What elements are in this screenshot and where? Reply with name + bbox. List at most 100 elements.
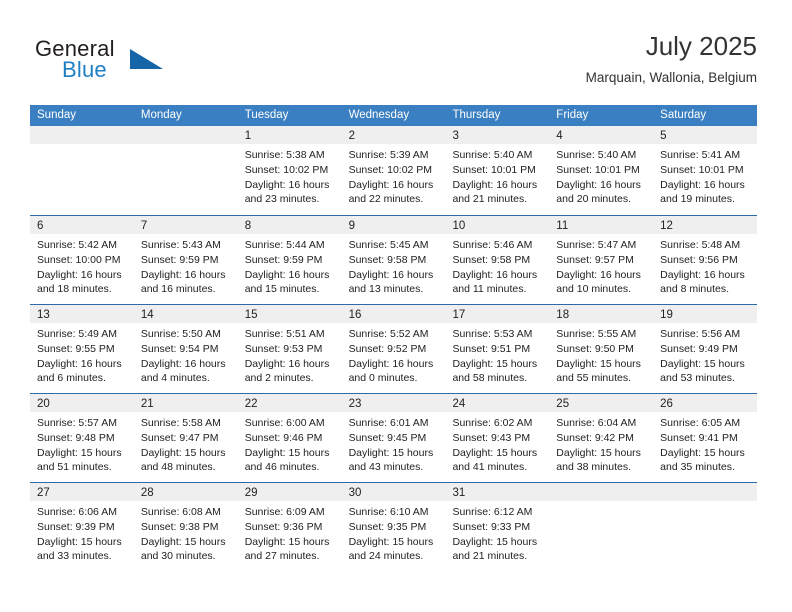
day-cell[interactable]: 19 Sunrise: 5:56 AM Sunset: 9:49 PM Dayligh… xyxy=(653,305,758,393)
day-detail-line: Sunset: 9:53 PM xyxy=(244,342,323,355)
page-header: General Blue July 2025 Marquain, Walloni… xyxy=(35,30,757,94)
calendar-week-row: 6 Sunrise: 5:42 AM Sunset: 10:00 PM Dayligh… xyxy=(30,215,758,304)
day-detail-line: Sunrise: 5:41 AM xyxy=(660,149,741,161)
day-detail-line: Daylight: 15 hours xyxy=(452,535,538,548)
day-detail-line: and 16 minutes. xyxy=(140,283,216,296)
day-cell[interactable]: 25 Sunrise: 6:04 AM Sunset: 9:42 PM Dayligh… xyxy=(549,394,654,482)
day-detail-line: Daylight: 15 hours xyxy=(140,446,226,459)
day-cell[interactable]: 10 Sunrise: 5:46 AM Sunset: 9:58 PM Dayligh… xyxy=(445,216,550,304)
weekday-header-saturday: Saturday xyxy=(660,109,707,121)
day-cell[interactable]: 20 Sunrise: 5:57 AM Sunset: 9:48 PM Dayligh… xyxy=(30,394,134,482)
day-details: Sunrise: 5:47 AM Sunset: 9:57 PM Daylight:… xyxy=(549,234,653,297)
day-details: Sunrise: 5:49 AM Sunset: 9:55 PM Daylight:… xyxy=(30,323,134,386)
day-detail-line: Sunset: 10:02 PM xyxy=(348,163,433,176)
day-number-band: 23 xyxy=(341,394,446,412)
day-details: Sunrise: 5:40 AM Sunset: 10:01 PM Daylight… xyxy=(549,144,653,207)
day-cell[interactable]: 1 Sunrise: 5:38 AM Sunset: 10:02 PM Dayligh… xyxy=(237,126,342,215)
day-number-band: 16 xyxy=(341,305,446,323)
day-detail-line: and 0 minutes. xyxy=(348,372,418,385)
day-cell[interactable]: 3 Sunrise: 5:40 AM Sunset: 10:01 PM Dayligh… xyxy=(445,126,550,215)
day-cell[interactable]: 26 Sunrise: 6:05 AM Sunset: 9:41 PM Dayligh… xyxy=(653,394,758,482)
day-cell[interactable]: 28 Sunrise: 6:08 AM Sunset: 9:38 PM Dayligh… xyxy=(133,483,238,571)
day-detail-line: Sunset: 9:47 PM xyxy=(140,431,219,444)
day-detail-line: and 15 minutes. xyxy=(244,283,320,296)
brand-name-blue: Blue xyxy=(62,57,107,82)
day-number-band: 20 xyxy=(30,394,134,412)
day-details: Sunrise: 5:56 AM Sunset: 9:49 PM Daylight:… xyxy=(653,323,757,386)
day-detail-line: Sunset: 9:36 PM xyxy=(244,520,323,533)
day-detail-line: and 18 minutes. xyxy=(37,283,112,296)
day-cell[interactable]: 29 Sunrise: 6:09 AM Sunset: 9:36 PM Dayligh… xyxy=(237,483,342,571)
day-cell[interactable]: 22 Sunrise: 6:00 AM Sunset: 9:46 PM Dayligh… xyxy=(237,394,342,482)
day-cell[interactable]: 16 Sunrise: 5:52 AM Sunset: 9:52 PM Dayligh… xyxy=(341,305,446,393)
day-cell[interactable]: 14 Sunrise: 5:50 AM Sunset: 9:54 PM Dayligh… xyxy=(133,305,238,393)
day-cell[interactable]: 23 Sunrise: 6:01 AM Sunset: 9:45 PM Dayligh… xyxy=(341,394,446,482)
day-detail-line: and 30 minutes. xyxy=(140,550,216,563)
day-number-band: 7 xyxy=(133,216,238,234)
day-details: Sunrise: 5:57 AM Sunset: 9:48 PM Daylight:… xyxy=(30,412,134,475)
day-cell-empty xyxy=(133,126,238,215)
day-detail-line: and 11 minutes. xyxy=(452,283,527,296)
day-detail-line: Sunrise: 6:01 AM xyxy=(348,417,429,429)
day-cell[interactable]: 27 Sunrise: 6:06 AM Sunset: 9:39 PM Dayligh… xyxy=(30,483,134,571)
day-cell[interactable]: 6 Sunrise: 5:42 AM Sunset: 10:00 PM Dayligh… xyxy=(30,216,134,304)
day-number: 21 xyxy=(140,398,154,410)
day-cell[interactable]: 13 Sunrise: 5:49 AM Sunset: 9:55 PM Dayligh… xyxy=(30,305,134,393)
day-details: Sunrise: 5:53 AM Sunset: 9:51 PM Daylight:… xyxy=(445,323,549,386)
day-detail-line: and 10 minutes. xyxy=(556,283,632,296)
day-cell[interactable]: 11 Sunrise: 5:47 AM Sunset: 9:57 PM Dayligh… xyxy=(549,216,654,304)
day-detail-line: Sunset: 9:45 PM xyxy=(348,431,427,444)
day-cell[interactable]: 8 Sunrise: 5:44 AM Sunset: 9:59 PM Daylight… xyxy=(237,216,342,304)
day-cell[interactable]: 15 Sunrise: 5:51 AM Sunset: 9:53 PM Dayligh… xyxy=(237,305,342,393)
day-number-band: 17 xyxy=(445,305,550,323)
brand-logo[interactable]: General Blue xyxy=(35,36,215,92)
day-cell[interactable]: 24 Sunrise: 6:02 AM Sunset: 9:43 PM Dayligh… xyxy=(445,394,550,482)
day-details: Sunrise: 5:42 AM Sunset: 10:00 PM Daylight… xyxy=(30,234,134,297)
day-cell[interactable]: 5 Sunrise: 5:41 AM Sunset: 10:01 PM Dayligh… xyxy=(653,126,758,215)
day-cell[interactable]: 2 Sunrise: 5:39 AM Sunset: 10:02 PM Dayligh… xyxy=(341,126,446,215)
day-detail-line: Sunrise: 6:10 AM xyxy=(348,506,429,518)
day-detail-line: Sunrise: 5:43 AM xyxy=(140,239,221,251)
day-number: 7 xyxy=(140,220,148,232)
day-detail-line: and 2 minutes. xyxy=(244,372,314,385)
day-detail-line: and 41 minutes. xyxy=(452,461,528,474)
calendar-week-row: 20 Sunrise: 5:57 AM Sunset: 9:48 PM Dayligh… xyxy=(30,393,758,482)
day-cell[interactable]: 12 Sunrise: 5:48 AM Sunset: 9:56 PM Dayligh… xyxy=(653,216,758,304)
day-number: 22 xyxy=(244,398,258,410)
day-detail-line: and 13 minutes. xyxy=(348,283,424,296)
day-details: Sunrise: 6:09 AM Sunset: 9:36 PM Daylight:… xyxy=(238,501,342,564)
day-detail-line: and 58 minutes. xyxy=(452,372,528,385)
day-detail-line: Sunset: 9:46 PM xyxy=(244,431,323,444)
day-details: Sunrise: 6:01 AM Sunset: 9:45 PM Daylight:… xyxy=(342,412,446,475)
day-number-band xyxy=(653,483,758,501)
day-detail-line: Daylight: 15 hours xyxy=(244,535,330,548)
day-detail-line: Sunrise: 5:42 AM xyxy=(37,239,117,251)
day-number-band: 13 xyxy=(30,305,134,323)
day-number-band: 10 xyxy=(445,216,550,234)
day-number: 29 xyxy=(244,487,258,499)
day-cell[interactable]: 9 Sunrise: 5:45 AM Sunset: 9:58 PM Daylight… xyxy=(341,216,446,304)
day-cell[interactable]: 17 Sunrise: 5:53 AM Sunset: 9:51 PM Dayligh… xyxy=(445,305,550,393)
day-detail-line: and 19 minutes. xyxy=(660,193,735,206)
day-cell[interactable]: 21 Sunrise: 5:58 AM Sunset: 9:47 PM Dayligh… xyxy=(133,394,238,482)
day-detail-line: Daylight: 16 hours xyxy=(556,178,641,191)
day-detail-line: Sunrise: 5:47 AM xyxy=(556,239,637,251)
day-detail-line: Daylight: 16 hours xyxy=(348,357,434,370)
day-detail-line: and 51 minutes. xyxy=(37,461,112,474)
day-cell[interactable]: 7 Sunrise: 5:43 AM Sunset: 9:59 PM Daylight… xyxy=(133,216,238,304)
day-detail-line: Sunset: 9:51 PM xyxy=(452,342,531,355)
day-details: Sunrise: 6:10 AM Sunset: 9:35 PM Daylight:… xyxy=(342,501,446,564)
day-detail-line: Daylight: 16 hours xyxy=(37,268,122,281)
day-cell[interactable]: 31 Sunrise: 6:12 AM Sunset: 9:33 PM Dayligh… xyxy=(445,483,550,571)
day-number: 13 xyxy=(37,309,50,321)
day-cell[interactable]: 4 Sunrise: 5:40 AM Sunset: 10:01 PM Dayligh… xyxy=(549,126,654,215)
weekday-header-thursday: Thursday xyxy=(452,109,501,121)
day-number-band xyxy=(30,126,134,144)
day-cell[interactable]: 30 Sunrise: 6:10 AM Sunset: 9:35 PM Dayligh… xyxy=(341,483,446,571)
day-detail-line: Sunset: 9:50 PM xyxy=(556,342,634,355)
day-detail-line: and 48 minutes. xyxy=(140,461,216,474)
day-detail-line: and 24 minutes. xyxy=(348,550,424,563)
day-detail-line: Daylight: 15 hours xyxy=(556,357,641,370)
day-cell[interactable]: 18 Sunrise: 5:55 AM Sunset: 9:50 PM Dayligh… xyxy=(549,305,654,393)
calendar-page: General Blue July 2025 Marquain, Walloni… xyxy=(0,0,792,612)
